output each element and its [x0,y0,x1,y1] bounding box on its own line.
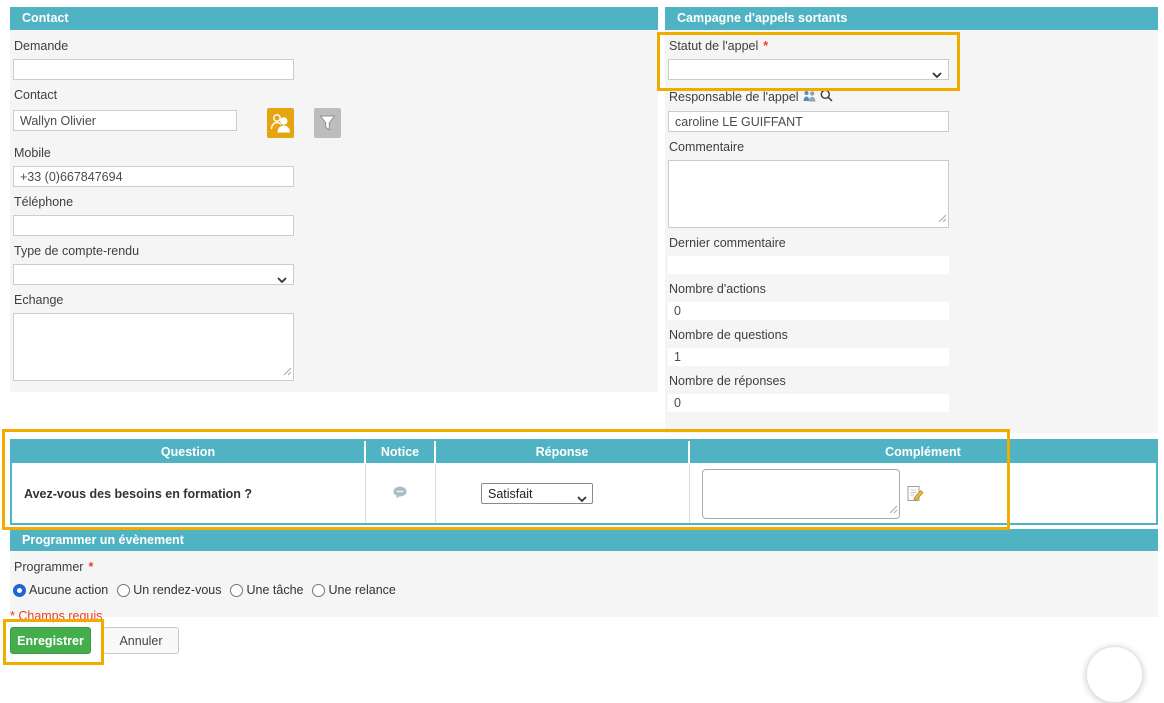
statut-required-marker: * [763,39,769,53]
commentaire-textarea[interactable] [668,160,949,228]
nombre-reponses-value: 0 [668,394,949,412]
question-table: Question Notice Réponse Complément Avez-… [10,439,1158,525]
echange-textarea[interactable] [13,313,294,381]
floating-action-button[interactable] [1086,646,1143,703]
header-complement: Complément [690,441,1156,463]
nombre-actions-value: 0 [668,302,949,320]
echange-field: Echange [13,294,646,381]
campaign-panel: Campagne d'appels sortants Statut de l'a… [665,7,1158,433]
contacts-icon[interactable] [267,108,294,141]
contact-panel: Contact Demande Contact Wallyn Olivier M… [10,7,658,392]
reponse-select[interactable]: Satisfait [481,483,593,504]
statut-label: Statut de l'appel [669,39,759,53]
chevron-down-icon [277,272,287,286]
nombre-questions-field: Nombre de questions 1 [668,329,1146,366]
contact-panel-body: Demande Contact Wallyn Olivier Mobile +3… [10,30,658,392]
responsable-label: Responsable de l'appel [669,89,799,104]
notice-cell [366,464,436,523]
responsable-input[interactable] [668,111,949,132]
event-panel: Programmer un évènement Programmer * Aucu… [10,529,1158,617]
radio-icon[interactable] [312,583,326,597]
nombre-reponses-field: Nombre de réponses 0 [668,375,1146,412]
demande-field: Demande [13,40,646,80]
dernier-commentaire-value [668,256,949,274]
contact-input[interactable] [13,110,237,131]
question-cell: Avez-vous des besoins en formation ? [12,464,366,523]
radio-label: Aucune action [29,583,109,597]
telephone-label: Téléphone [14,195,74,209]
header-notice: Notice [366,441,434,463]
dernier-commentaire-label: Dernier commentaire [669,236,786,250]
radio-un-rendez-vous[interactable]: Un rendez-vous [117,583,221,597]
mobile-label: Mobile [14,146,51,160]
nombre-actions-label: Nombre d'actions [669,282,766,296]
event-panel-title: Programmer un évènement [10,529,1158,551]
header-question: Question [12,441,364,463]
radio-selected-icon[interactable] [13,583,26,597]
people-icon[interactable] [803,90,816,105]
radio-aucune-action[interactable]: Aucune action [13,583,108,597]
telephone-field: Téléphone [13,196,646,236]
edit-note-icon[interactable] [906,485,924,503]
complement-cell [690,464,1156,523]
commentaire-field: Commentaire [668,141,1146,228]
radio-une-tache[interactable]: Une tâche [230,583,303,597]
type-compte-rendu-label: Type de compte-rendu [14,244,140,258]
event-panel-body: Programmer * Aucune action Un rendez-vous… [10,551,1158,617]
resize-handle-icon[interactable] [282,365,292,379]
chevron-down-icon [932,67,942,81]
programmer-label: Programmer [14,560,84,574]
table-row: Avez-vous des besoins en formation ? Sat… [12,464,1156,523]
radio-icon[interactable] [117,583,131,597]
campaign-panel-title: Campagne d'appels sortants [665,7,1158,30]
resize-handle-icon[interactable] [937,212,947,226]
reponse-cell: Satisfait [436,464,690,523]
required-fields-note: * Champs requis [10,609,103,623]
echange-label: Echange [14,293,64,307]
resize-handle-icon[interactable] [888,503,898,517]
programmer-options: Aucune action Un rendez-vous Une tâche U… [13,583,1158,597]
comment-bubble-icon[interactable] [393,486,408,502]
radio-une-relance[interactable]: Une relance [312,583,396,597]
radio-label: Un rendez-vous [133,583,222,597]
nombre-questions-label: Nombre de questions [669,328,788,342]
telephone-input[interactable] [13,215,294,236]
reponse-value: Satisfait [488,487,533,501]
radio-label: Une relance [328,583,396,597]
responsable-field: Responsable de l'appel [668,89,1146,132]
search-icon[interactable] [820,89,833,105]
demande-input[interactable] [13,59,294,80]
radio-icon[interactable] [230,583,244,597]
save-button[interactable]: Enregistrer [10,627,91,654]
contact-panel-title: Contact [10,7,658,30]
mobile-field: Mobile [13,147,646,187]
campaign-panel-body: Statut de l'appel * Responsable de l'appe… [665,30,1158,433]
contact-field: Contact [13,89,646,138]
cancel-button[interactable]: Annuler [103,627,179,654]
statut-select[interactable] [668,59,949,80]
type-compte-rendu-field: Type de compte-rendu [13,245,646,285]
chevron-down-icon [577,491,587,505]
commentaire-label: Commentaire [669,140,745,154]
nombre-reponses-label: Nombre de réponses [669,374,786,388]
question-table-header: Question Notice Réponse Complément [12,441,1156,463]
radio-label: Une tâche [246,583,304,597]
contact-label: Contact [14,88,58,102]
mobile-input[interactable] [13,166,294,187]
header-reponse: Réponse [436,441,688,463]
statut-field: Statut de l'appel * [668,40,1146,80]
nombre-actions-field: Nombre d'actions 0 [668,283,1146,320]
filter-icon[interactable] [314,108,341,141]
dernier-commentaire-field: Dernier commentaire [668,237,1146,274]
nombre-questions-value: 1 [668,348,949,366]
demande-label: Demande [14,39,69,53]
type-compte-rendu-select[interactable] [13,264,294,285]
complement-textarea[interactable] [702,468,900,519]
programmer-required-marker: * [88,560,94,574]
